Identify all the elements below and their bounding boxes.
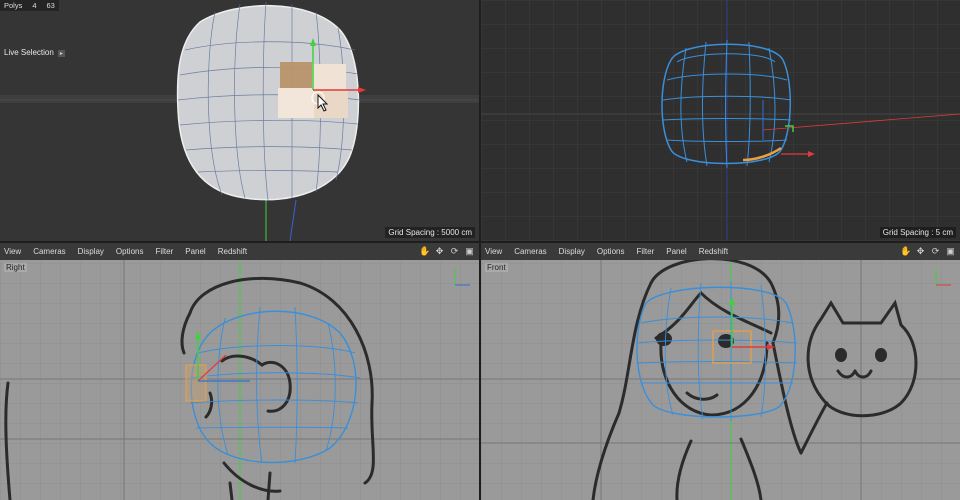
menu-display[interactable]: Display: [78, 247, 104, 256]
secondary-scene: [481, 0, 960, 241]
front-scene: [481, 257, 960, 500]
right-viewport[interactable]: View Cameras Display Options Filter Pane…: [0, 243, 479, 500]
right-scene: [0, 260, 479, 500]
front-viewport[interactable]: View Cameras Display Options Filter Pane…: [481, 243, 960, 500]
menu-options[interactable]: Options: [116, 247, 144, 256]
viewport-label: Front: [485, 263, 508, 272]
menu-cameras[interactable]: Cameras: [33, 247, 65, 256]
rotate-icon[interactable]: ⟳: [449, 246, 460, 257]
maximize-icon[interactable]: ▣: [464, 246, 475, 257]
maximize-icon[interactable]: ▣: [945, 246, 956, 257]
live-selection-label: Live Selection: [4, 48, 54, 57]
menu-display[interactable]: Display: [559, 247, 585, 256]
move-arrows-icon[interactable]: ✥: [434, 246, 445, 257]
menu-view[interactable]: View: [4, 247, 21, 256]
move-arrows-icon[interactable]: ✥: [915, 246, 926, 257]
menu-options[interactable]: Options: [597, 247, 625, 256]
viewport-label: Right: [4, 263, 27, 272]
menu-cameras[interactable]: Cameras: [514, 247, 546, 256]
menu-panel[interactable]: Panel: [185, 247, 205, 256]
menu-filter[interactable]: Filter: [155, 247, 173, 256]
perspective-scene: [0, 1, 479, 241]
hand-pan-icon[interactable]: ✋: [419, 246, 430, 257]
menu-filter[interactable]: Filter: [636, 247, 654, 256]
grid-spacing-readout: Grid Spacing : 5000 cm: [385, 227, 475, 238]
poly-stats-selected: 4: [32, 1, 37, 10]
menu-panel[interactable]: Panel: [666, 247, 686, 256]
live-selection-tool[interactable]: Live Selection ▸: [4, 48, 65, 57]
mouse-cursor-icon: [317, 94, 329, 112]
right-viewport-menubar: View Cameras Display Options Filter Pane…: [0, 243, 479, 260]
perspective-viewport[interactable]: Polys 4 63 Live Selection ▸ Grid Spacing …: [0, 0, 479, 241]
secondary-viewport[interactable]: Grid Spacing : 5 cm: [481, 0, 960, 241]
play-arrow-icon[interactable]: ▸: [57, 50, 65, 57]
menu-redshift[interactable]: Redshift: [218, 247, 247, 256]
head-mesh[interactable]: [176, 1, 361, 201]
menu-view[interactable]: View: [485, 247, 502, 256]
menu-redshift[interactable]: Redshift: [699, 247, 728, 256]
poly-stats-label: Polys: [4, 1, 23, 10]
hand-pan-icon[interactable]: ✋: [900, 246, 911, 257]
grid-spacing-readout: Grid Spacing : 5 cm: [879, 227, 956, 238]
poly-stats-total: 63: [46, 1, 55, 10]
front-viewport-menubar: View Cameras Display Options Filter Pane…: [481, 243, 960, 260]
poly-stats: Polys 4 63: [0, 0, 59, 11]
rotate-icon[interactable]: ⟳: [930, 246, 941, 257]
